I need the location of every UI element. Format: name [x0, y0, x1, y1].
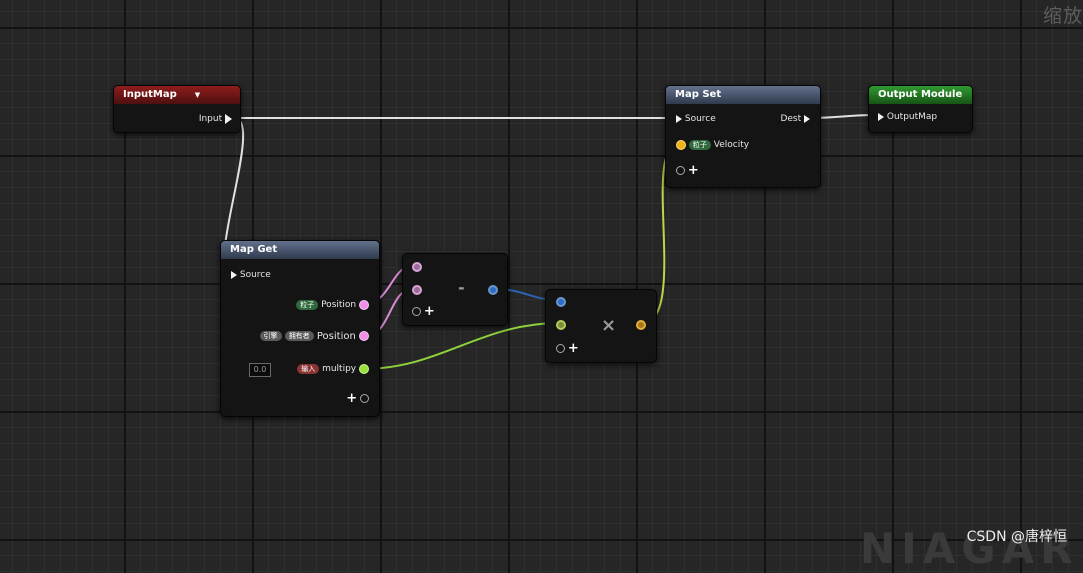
subtract-operator: - [458, 278, 465, 297]
output-module-node[interactable]: Output Module OutputMap [868, 85, 973, 133]
plus-icon[interactable]: + [424, 304, 435, 319]
exec-pin-icon[interactable] [225, 113, 232, 124]
multiply-operator: × [601, 315, 617, 336]
owner-badge: 拥有者 [284, 331, 314, 341]
subtract-input-a-pin[interactable] [412, 262, 422, 272]
map-set-node[interactable]: Map Set Source Dest 粒子 Velocity + [665, 85, 821, 188]
position-pin-icon[interactable] [359, 331, 369, 341]
float-pin-icon[interactable] [359, 363, 369, 374]
plus-icon[interactable]: + [688, 163, 699, 178]
namespace-badge: 粒子 [296, 299, 319, 310]
plus-icon[interactable]: + [568, 341, 579, 356]
input-badge: 输入 [297, 363, 320, 374]
connection-wires [223, 114, 877, 370]
dropdown-triangle-icon[interactable]: ▼ [195, 91, 200, 99]
map-set-add-pin[interactable]: + [676, 163, 699, 178]
multiply-output-pin[interactable] [636, 320, 646, 330]
engine-badge: 引擎 [259, 331, 282, 341]
default-value-field[interactable]: 0.0 [249, 363, 271, 377]
map-get-node[interactable]: Map Get Source 粒子 Position 引擎 拥有者 Positi… [220, 240, 380, 417]
exec-pin-icon[interactable] [676, 114, 682, 123]
map-get-source-pin[interactable]: Source [231, 269, 271, 281]
exec-pin-icon[interactable] [878, 112, 884, 121]
multiply-add-pin[interactable]: + [556, 341, 579, 356]
multiply-node[interactable]: × + [545, 289, 657, 363]
map-set-source-pin[interactable]: Source [676, 113, 716, 125]
output-module-title: Output Module [878, 89, 963, 100]
vector-pin-icon[interactable] [676, 139, 686, 150]
source-label: Source [239, 270, 271, 280]
plus-icon[interactable]: + [346, 391, 357, 406]
namespace-badge: 粒子 [688, 139, 711, 150]
wire-multipy-to-multiply [362, 322, 561, 370]
input-map-title: InputMap [123, 89, 177, 100]
input-map-output-pin[interactable]: Input [199, 113, 232, 125]
output-map-label: OutputMap [886, 112, 938, 122]
map-get-header[interactable]: Map Get [221, 241, 379, 259]
dest-label: Dest [780, 114, 802, 124]
pin-label: Position [321, 300, 357, 310]
subtract-node[interactable]: - + [402, 253, 508, 326]
output-module-input-pin[interactable]: OutputMap [878, 111, 937, 123]
multiply-input-a-pin[interactable] [556, 297, 566, 307]
subtract-add-pin[interactable]: + [412, 304, 435, 319]
pin-label: Position [316, 331, 356, 342]
zoom-label: 缩放 [1042, 5, 1083, 27]
map-get-default-value[interactable]: 0.0 [249, 363, 271, 377]
map-get-particle-position-pin[interactable]: 粒子 Position [296, 299, 369, 311]
add-pin-ring-icon [676, 166, 685, 175]
exec-pin-icon[interactable] [804, 114, 810, 123]
map-set-velocity-pin[interactable]: 粒子 Velocity [676, 139, 749, 151]
map-get-multipy-pin[interactable]: 输入 multipy [297, 363, 369, 375]
csdn-credit: CSDN @唐梓恒 [966, 529, 1067, 545]
output-module-header[interactable]: Output Module [869, 86, 972, 104]
map-set-header[interactable]: Map Set [666, 86, 820, 104]
add-pin-ring-icon [556, 344, 565, 353]
input-map-node[interactable]: InputMap ▼ Input [113, 85, 241, 133]
map-get-engine-position-pin[interactable]: 引擎 拥有者 Position [259, 331, 369, 343]
pin-label: multipy [322, 364, 357, 374]
add-pin-ring-icon [360, 394, 369, 403]
add-pin-button[interactable]: + [346, 391, 369, 406]
add-pin-ring-icon [412, 307, 421, 316]
map-set-dest-pin[interactable]: Dest [780, 113, 810, 125]
exec-pin-icon[interactable] [231, 270, 237, 279]
map-get-title: Map Get [230, 244, 278, 255]
subtract-output-pin[interactable] [488, 285, 498, 295]
input-pin-label: Input [198, 114, 223, 124]
map-set-title: Map Set [675, 89, 722, 100]
input-map-header[interactable]: InputMap ▼ [114, 86, 240, 104]
pin-label: Velocity [713, 140, 750, 150]
subtract-input-b-pin[interactable] [412, 285, 422, 295]
position-pin-icon[interactable] [359, 299, 369, 310]
multiply-input-b-pin[interactable] [556, 320, 566, 330]
source-label: Source [684, 114, 716, 124]
